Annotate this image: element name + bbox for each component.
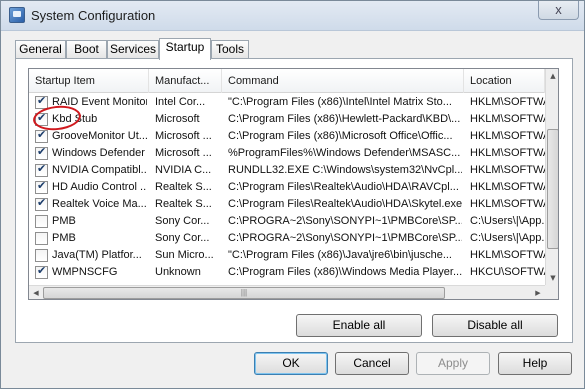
ok-button[interactable]: OK [254, 352, 328, 375]
cancel-button[interactable]: Cancel [335, 352, 409, 375]
startup-item-name: Realtek Voice Ma... [52, 198, 147, 210]
row-checkbox[interactable] [35, 249, 48, 262]
apply-button[interactable]: Apply [416, 352, 490, 375]
startup-item-name: RAID Event Monitor [52, 96, 147, 108]
vertical-scroll-thumb[interactable] [547, 129, 558, 249]
tab-general[interactable]: General [15, 40, 66, 59]
location-cell: C:\Users\|\App... [470, 215, 545, 227]
manufacturer-cell: Microsoft ... [155, 147, 212, 159]
command-cell: C:\Program Files\Realtek\Audio\HDA\RAVCp… [228, 181, 459, 193]
scroll-down-arrow-icon[interactable]: ▼ [546, 271, 558, 285]
command-cell: C:\Program Files (x86)\Windows Media Pla… [228, 266, 462, 278]
location-cell: HKLM\SOFTWA... [470, 181, 545, 193]
column-header-location[interactable]: Location [464, 69, 545, 93]
column-header-manufacturer[interactable]: Manufact... [149, 69, 222, 93]
msconfig-app-icon [9, 7, 25, 23]
table-row[interactable]: HD Audio Control ... Realtek S... C:\Pro… [29, 179, 545, 196]
location-cell: C:\Users\|\App... [470, 232, 545, 244]
scroll-left-arrow-icon[interactable]: ◀ [29, 286, 43, 299]
command-cell: %ProgramFiles%\Windows Defender\MSASC... [228, 147, 461, 159]
title-bar: System Configuration x [1, 1, 584, 31]
scroll-right-arrow-icon[interactable]: ▶ [531, 286, 545, 299]
window-title: System Configuration [31, 8, 156, 23]
row-checkbox[interactable] [35, 111, 48, 126]
system-configuration-window: System Configuration x General Boot Serv… [0, 0, 585, 389]
table-row[interactable]: WMPNSCFG Unknown C:\Program Files (x86)\… [29, 264, 545, 281]
horizontal-scroll-thumb[interactable]: ||| [43, 287, 445, 299]
scroll-up-arrow-icon[interactable]: ▲ [546, 69, 558, 83]
column-header-command[interactable]: Command [222, 69, 464, 93]
table-row[interactable]: Java(TM) Platfor... Sun Micro... "C:\Pro… [29, 247, 545, 264]
tab-services[interactable]: Services [107, 40, 159, 59]
tab-tools[interactable]: Tools [211, 40, 249, 59]
manufacturer-cell: Intel Cor... [155, 96, 206, 108]
row-checkbox[interactable] [35, 179, 48, 194]
horizontal-scrollbar[interactable]: ◀ ||| ▶ [29, 285, 545, 299]
command-cell: C:\Program Files\Realtek\Audio\HDA\Skyte… [228, 198, 462, 210]
vertical-scrollbar[interactable]: ▲ ▼ [545, 69, 558, 285]
table-row[interactable]: PMB Sony Cor... C:\PROGRA~2\Sony\SONYPI~… [29, 213, 545, 230]
table-row[interactable]: GrooveMonitor Ut... Microsoft ... C:\Pro… [29, 128, 545, 145]
manufacturer-cell: Sony Cor... [155, 232, 210, 244]
command-cell: C:\PROGRA~2\Sony\SONYPI~1\PMBCore\SP... [228, 232, 462, 244]
command-cell: C:\PROGRA~2\Sony\SONYPI~1\PMBCore\SP... [228, 215, 462, 227]
location-cell: HKLM\SOFTWA... [470, 96, 545, 108]
location-cell: HKCU\SOFTWA... [470, 266, 545, 278]
row-checkbox[interactable] [35, 145, 48, 160]
table-row[interactable]: Realtek Voice Ma... Realtek S... C:\Prog… [29, 196, 545, 213]
manufacturer-cell: Microsoft [155, 113, 200, 125]
startup-item-name: Windows Defender [52, 147, 145, 159]
column-header-startup-item[interactable]: Startup Item [29, 69, 149, 93]
row-checkbox[interactable] [35, 215, 48, 228]
table-row[interactable]: Kbd Stub Microsoft C:\Program Files (x86… [29, 111, 545, 128]
manufacturer-cell: NVIDIA C... [155, 164, 212, 176]
table-row[interactable]: NVIDIA Compatibl... NVIDIA C... RUNDLL32… [29, 162, 545, 179]
manufacturer-cell: Realtek S... [155, 181, 212, 193]
location-cell: HKLM\SOFTWA... [470, 130, 545, 142]
command-cell: "C:\Program Files (x86)\Java\jre6\bin\ju… [228, 249, 452, 261]
command-cell: C:\Program Files (x86)\Microsoft Office\… [228, 130, 453, 142]
command-cell: "C:\Program Files (x86)\Intel\Intel Matr… [228, 96, 452, 108]
enable-all-button[interactable]: Enable all [296, 314, 422, 337]
command-cell: RUNDLL32.EXE C:\Windows\system32\NvCpl..… [228, 164, 462, 176]
manufacturer-cell: Sony Cor... [155, 215, 210, 227]
startup-item-name: Java(TM) Platfor... [52, 249, 142, 261]
row-checkbox[interactable] [35, 196, 48, 211]
location-cell: HKLM\SOFTWA... [470, 198, 545, 210]
row-checkbox[interactable] [35, 162, 48, 177]
table-row[interactable]: PMB Sony Cor... C:\PROGRA~2\Sony\SONYPI~… [29, 230, 545, 247]
startup-item-name: WMPNSCFG [52, 266, 118, 278]
table-row[interactable]: Windows Defender Microsoft ... %ProgramF… [29, 145, 545, 162]
help-button[interactable]: Help [498, 352, 572, 375]
row-checkbox[interactable] [35, 232, 48, 245]
disable-all-button[interactable]: Disable all [432, 314, 558, 337]
list-header: Startup Item Manufact... Command Locatio… [29, 69, 545, 93]
row-checkbox[interactable] [35, 94, 48, 109]
manufacturer-cell: Unknown [155, 266, 201, 278]
location-cell: HKLM\SOFTWA... [470, 147, 545, 159]
close-button[interactable]: x [538, 1, 579, 20]
startup-items-list: Startup Item Manufact... Command Locatio… [28, 68, 559, 300]
command-cell: C:\Program Files (x86)\Hewlett-Packard\K… [228, 113, 461, 125]
startup-item-name: Kbd Stub [52, 113, 98, 125]
location-cell: HKLM\SOFTWA... [470, 164, 545, 176]
startup-item-name: HD Audio Control ... [52, 181, 147, 193]
tab-startup[interactable]: Startup [159, 38, 211, 60]
table-row[interactable]: RAID Event Monitor Intel Cor... "C:\Prog… [29, 94, 545, 111]
location-cell: HKLM\SOFTWA... [470, 113, 545, 125]
startup-item-name: PMB [52, 215, 76, 227]
manufacturer-cell: Microsoft ... [155, 130, 212, 142]
row-checkbox[interactable] [35, 264, 48, 279]
startup-tab-panel: Startup Item Manufact... Command Locatio… [15, 58, 573, 343]
startup-item-name: GrooveMonitor Ut... [52, 130, 147, 142]
manufacturer-cell: Realtek S... [155, 198, 212, 210]
location-cell: HKLM\SOFTWA... [470, 249, 545, 261]
startup-item-name: NVIDIA Compatibl... [52, 164, 147, 176]
manufacturer-cell: Sun Micro... [155, 249, 214, 261]
row-checkbox[interactable] [35, 128, 48, 143]
startup-item-name: PMB [52, 232, 76, 244]
scroll-corner [545, 285, 558, 299]
tab-boot[interactable]: Boot [66, 40, 107, 59]
